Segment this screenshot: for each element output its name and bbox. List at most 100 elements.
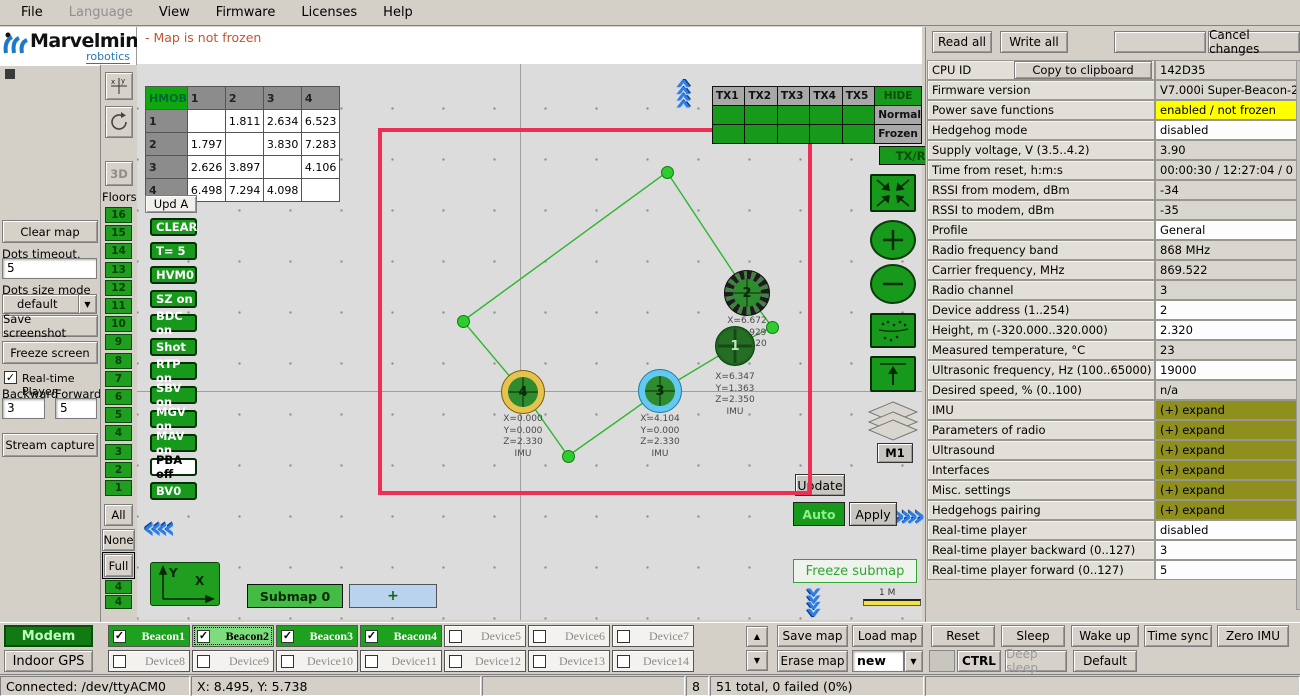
- menu-item-file[interactable]: File: [8, 1, 56, 24]
- reset-button[interactable]: Reset: [931, 625, 995, 647]
- select-all-button[interactable]: All: [104, 504, 133, 526]
- device-checkbox[interactable]: [197, 655, 210, 668]
- rotate-map-button[interactable]: [105, 106, 133, 138]
- tx-cell[interactable]: [777, 125, 809, 144]
- load-map-button[interactable]: Load map: [852, 625, 923, 647]
- floor-button-2[interactable]: 2: [105, 462, 132, 478]
- forward-input[interactable]: 5: [55, 398, 97, 419]
- dots-timeout-input[interactable]: 5: [2, 258, 97, 279]
- tx-cell[interactable]: [842, 125, 874, 144]
- floor-button-6[interactable]: 6: [105, 389, 132, 405]
- tx-cell[interactable]: [777, 106, 809, 125]
- device-checkbox[interactable]: [113, 655, 126, 668]
- device-checkbox[interactable]: [617, 630, 630, 643]
- beacon-1[interactable]: 1: [715, 326, 755, 366]
- tx-cell[interactable]: [842, 106, 874, 125]
- floor-button-9[interactable]: 9: [105, 334, 132, 350]
- device-button-device5[interactable]: Device5: [444, 625, 526, 647]
- tx-frozen-label[interactable]: Frozen: [875, 125, 922, 144]
- device-checkbox[interactable]: ✓: [113, 630, 126, 643]
- save-screenshot-button[interactable]: Save screenshot: [2, 315, 98, 337]
- device-checkbox[interactable]: [617, 655, 630, 668]
- view-3d-button[interactable]: 3D: [105, 161, 133, 186]
- device-button-beacon2[interactable]: ✓Beacon2: [192, 625, 274, 647]
- floor-button-1[interactable]: 1: [105, 480, 132, 496]
- floor-button-11[interactable]: 11: [105, 298, 132, 314]
- panel-scrollbar[interactable]: [1296, 60, 1300, 610]
- floor-button-10[interactable]: 10: [105, 316, 132, 332]
- device-button-device6[interactable]: Device6: [528, 625, 610, 647]
- floor-button-8[interactable]: 8: [105, 353, 132, 369]
- tx-cell[interactable]: [810, 106, 842, 125]
- menu-item-licenses[interactable]: Licenses: [288, 1, 370, 24]
- save-map-button[interactable]: Save map: [777, 625, 848, 647]
- device-checkbox[interactable]: [449, 630, 462, 643]
- device-checkbox[interactable]: [281, 655, 294, 668]
- deep-sleep-button[interactable]: Deep sleep: [1005, 650, 1067, 672]
- menu-item-firmware[interactable]: Firmware: [203, 1, 289, 24]
- floor-button-13[interactable]: 13: [105, 262, 132, 278]
- realtime-player-checkbox[interactable]: ✓: [4, 371, 17, 384]
- sleep-button[interactable]: Sleep: [1001, 625, 1065, 647]
- stream-capture-button[interactable]: Stream capture: [2, 433, 98, 457]
- map-name-select[interactable]: new: [852, 650, 904, 672]
- floor-button-14[interactable]: 14: [105, 243, 132, 259]
- ctrl-button[interactable]: CTRL: [957, 650, 1001, 672]
- tx-hide-button[interactable]: HIDE: [875, 87, 922, 106]
- device-button-device13[interactable]: Device13: [528, 650, 610, 672]
- device-button-beacon4[interactable]: ✓Beacon4: [360, 625, 442, 647]
- dropdown-arrow-icon[interactable]: ▼: [78, 294, 97, 314]
- select-none-button[interactable]: None: [102, 529, 135, 551]
- time-sync-button[interactable]: Time sync: [1144, 625, 1212, 647]
- floor-button-15[interactable]: 15: [105, 225, 132, 241]
- wake-up-button[interactable]: Wake up: [1071, 625, 1139, 647]
- device-button-device9[interactable]: Device9: [192, 650, 274, 672]
- device-checkbox[interactable]: ✓: [365, 630, 378, 643]
- device-checkbox[interactable]: [365, 655, 378, 668]
- device-checkbox[interactable]: [533, 630, 546, 643]
- scroll-down-button[interactable]: ▼: [746, 650, 768, 671]
- device-button-device11[interactable]: Device11: [360, 650, 442, 672]
- floor-button-12[interactable]: 12: [105, 280, 132, 296]
- upd-a-button[interactable]: Upd A: [145, 195, 197, 213]
- floor-button-3[interactable]: 3: [105, 444, 132, 460]
- map-vertex-dot[interactable]: [562, 450, 575, 463]
- floor-button-5[interactable]: 5: [105, 407, 132, 423]
- device-button-device12[interactable]: Device12: [444, 650, 526, 672]
- device-button-device8[interactable]: Device8: [108, 650, 190, 672]
- tx-cell[interactable]: [713, 125, 745, 144]
- modem-button[interactable]: Modem: [4, 625, 93, 647]
- tx-cell[interactable]: [745, 125, 777, 144]
- param-value[interactable]: (+) expand: [1155, 500, 1298, 520]
- indoor-gps-button[interactable]: Indoor GPS: [4, 650, 93, 672]
- beacon-2[interactable]: 2: [724, 270, 770, 316]
- device-checkbox[interactable]: ✓: [281, 630, 294, 643]
- freeze-screen-button[interactable]: Freeze screen: [2, 341, 98, 364]
- beacon-4[interactable]: 4: [501, 370, 545, 414]
- floor-extra-4b[interactable]: 4: [105, 595, 132, 609]
- tx-cell[interactable]: [713, 106, 745, 125]
- param-value[interactable]: (+) expand: [1155, 400, 1298, 420]
- tx-normal-label[interactable]: Normal: [875, 106, 922, 125]
- device-button-beacon3[interactable]: ✓Beacon3: [276, 625, 358, 647]
- map-vertex-dot[interactable]: [457, 315, 470, 328]
- param-value[interactable]: (+) expand: [1155, 460, 1298, 480]
- floor-button-4[interactable]: 4: [105, 425, 132, 441]
- backward-input[interactable]: 3: [2, 398, 45, 419]
- default-button[interactable]: Default: [1073, 650, 1137, 672]
- blank-button[interactable]: [1114, 31, 1206, 53]
- device-checkbox[interactable]: [533, 655, 546, 668]
- floor-button-7[interactable]: 7: [105, 371, 132, 387]
- read-all-button[interactable]: Read all: [932, 31, 992, 53]
- copy-to-clipboard-button[interactable]: Copy to clipboard: [1014, 61, 1152, 79]
- param-value[interactable]: (+) expand: [1155, 440, 1298, 460]
- map-vertex-dot[interactable]: [661, 166, 674, 179]
- menu-item-language[interactable]: Language: [56, 1, 146, 24]
- tx-cell[interactable]: [745, 106, 777, 125]
- axis-toggle-button[interactable]: xy: [105, 72, 133, 100]
- scroll-up-button[interactable]: ▲: [746, 626, 768, 647]
- write-all-button[interactable]: Write all: [1000, 31, 1068, 53]
- device-button-device7[interactable]: Device7: [612, 625, 694, 647]
- floor-extra-4a[interactable]: 4: [105, 580, 132, 594]
- erase-map-button[interactable]: Erase map: [777, 650, 848, 672]
